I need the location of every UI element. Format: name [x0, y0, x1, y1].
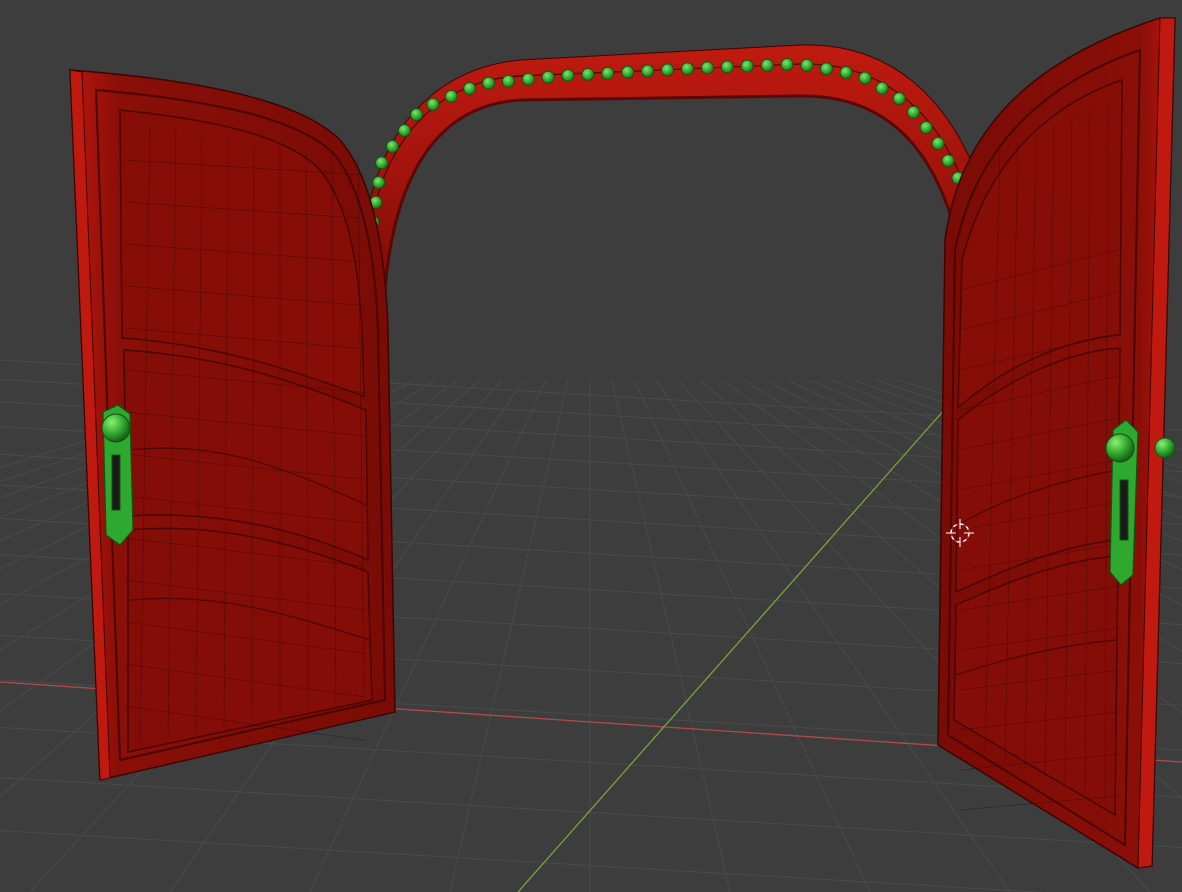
arch-bead	[541, 70, 555, 84]
arch-bead	[375, 156, 389, 170]
arch-bead	[780, 58, 794, 71]
left-door[interactable]	[69, 69, 396, 781]
arch-bead	[820, 62, 833, 76]
arch-bead	[521, 72, 535, 86]
arch-bead	[800, 58, 814, 72]
arch-bead	[581, 67, 595, 81]
arch-bead	[875, 81, 889, 95]
arch-bead	[410, 108, 423, 122]
grid-line	[0, 777, 1182, 849]
arch-bead	[720, 60, 734, 74]
arch-bead	[700, 61, 714, 75]
arch-bead	[681, 62, 694, 76]
arch-bead	[907, 105, 920, 119]
right-knob	[1105, 433, 1135, 463]
arch-bead	[919, 121, 933, 134]
arch-outer	[361, 44, 976, 292]
right-door[interactable]	[937, 17, 1176, 869]
scene-canvas[interactable]	[0, 0, 1182, 892]
arch-bead	[501, 74, 515, 88]
grid-line	[0, 830, 1046, 892]
arch-inner-edge	[383, 94, 957, 291]
right-knob-back	[1154, 437, 1176, 459]
left-keyhole	[111, 454, 121, 511]
left-door-handle[interactable]	[101, 404, 134, 546]
left-knob	[101, 413, 131, 443]
arch-bead	[892, 92, 906, 105]
arch-bead	[941, 154, 955, 168]
arch-bead	[463, 82, 477, 95]
arch-bead	[621, 65, 635, 79]
3d-viewport[interactable]	[0, 0, 1182, 892]
arch-bead	[385, 139, 399, 153]
arch-bead	[760, 58, 774, 72]
arch-bead	[740, 59, 754, 73]
arch-frame[interactable]	[361, 44, 976, 292]
arch-bead	[426, 97, 440, 111]
arch-bead	[641, 64, 655, 78]
arch-bead	[931, 136, 945, 150]
y-axis-line	[517, 391, 961, 892]
arch-bead	[661, 63, 674, 77]
arch-bead	[839, 66, 853, 79]
arch-bead	[372, 176, 386, 189]
grid-line	[633, 379, 871, 892]
arch-bead	[444, 89, 458, 103]
arch-bead	[482, 76, 496, 90]
arch-bead	[601, 66, 615, 80]
arch-bead	[561, 69, 575, 82]
arch-bead	[858, 71, 872, 85]
right-keyhole	[1119, 479, 1129, 541]
arch-bead	[397, 124, 411, 137]
